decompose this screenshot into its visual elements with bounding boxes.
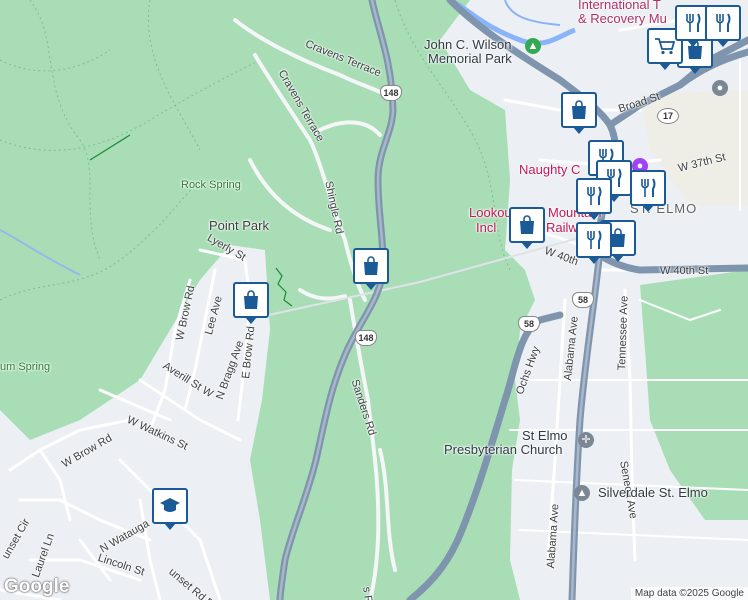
route-58-shield-2: 58 (518, 316, 540, 332)
fork-knife-icon (587, 230, 602, 249)
shopping-bag-icon (520, 215, 534, 234)
church-icon: ✛ (578, 432, 594, 448)
google-logo: Google (4, 576, 70, 597)
lookout-label-1: Lookou (469, 205, 512, 220)
cart-icon (655, 38, 676, 55)
shopping-bag-icon (572, 100, 586, 119)
route-58-shield: 58 (572, 292, 594, 308)
building-icon: ▲ (574, 485, 590, 501)
naughty-label: Naughty C (519, 162, 581, 177)
st-elmo-church-label-1: St Elmo (522, 428, 568, 443)
shopping-marker[interactable] (233, 282, 269, 324)
lookout-label-2: Incl (476, 220, 497, 235)
graduation-cap-icon (160, 498, 180, 512)
route-148-shield-2: 148 (355, 330, 377, 346)
shopping-marker[interactable] (353, 248, 389, 290)
fork-knife-icon (716, 13, 731, 32)
wilson-park-label-1: John C. Wilson (424, 37, 512, 52)
restaurant-marker[interactable] (630, 170, 666, 212)
point-park-label: Point Park (209, 218, 269, 233)
w-40th-st-label: W 40th St (660, 265, 709, 277)
museum-label-2: & Recovery Mu (578, 11, 667, 26)
spring-label: um Spring (0, 361, 51, 373)
route-17-shield: 17 (657, 108, 679, 124)
rock-spring-label: Rock Spring (181, 179, 241, 191)
map-attribution[interactable]: Map data ©2025 Google (630, 587, 748, 600)
shopping-bag-icon (244, 290, 258, 309)
map-canvas[interactable]: ▲ ● ✛ ▲ ● International T & Recovery Mu … (0, 0, 748, 600)
fork-knife-icon (587, 186, 602, 205)
museum-icon: ● (712, 80, 728, 96)
shopping-marker[interactable] (561, 92, 597, 134)
wilson-park-label-2: Memorial Park (428, 51, 512, 66)
fork-knife-icon (686, 13, 701, 32)
restaurant-marker[interactable] (705, 5, 741, 47)
park-tree-icon: ▲ (525, 38, 541, 54)
silverdale-label: Silverdale St. Elmo (598, 485, 708, 500)
restaurant-marker[interactable] (576, 178, 612, 220)
shopping-marker[interactable] (509, 207, 545, 249)
st-elmo-church-label-2: Presbyterian Church (444, 442, 563, 457)
school-marker[interactable] (152, 488, 188, 530)
restaurant-marker[interactable] (576, 222, 612, 264)
shopping-bag-icon (364, 256, 378, 275)
route-148-shield: 148 (380, 85, 402, 101)
fork-knife-icon (641, 178, 656, 197)
